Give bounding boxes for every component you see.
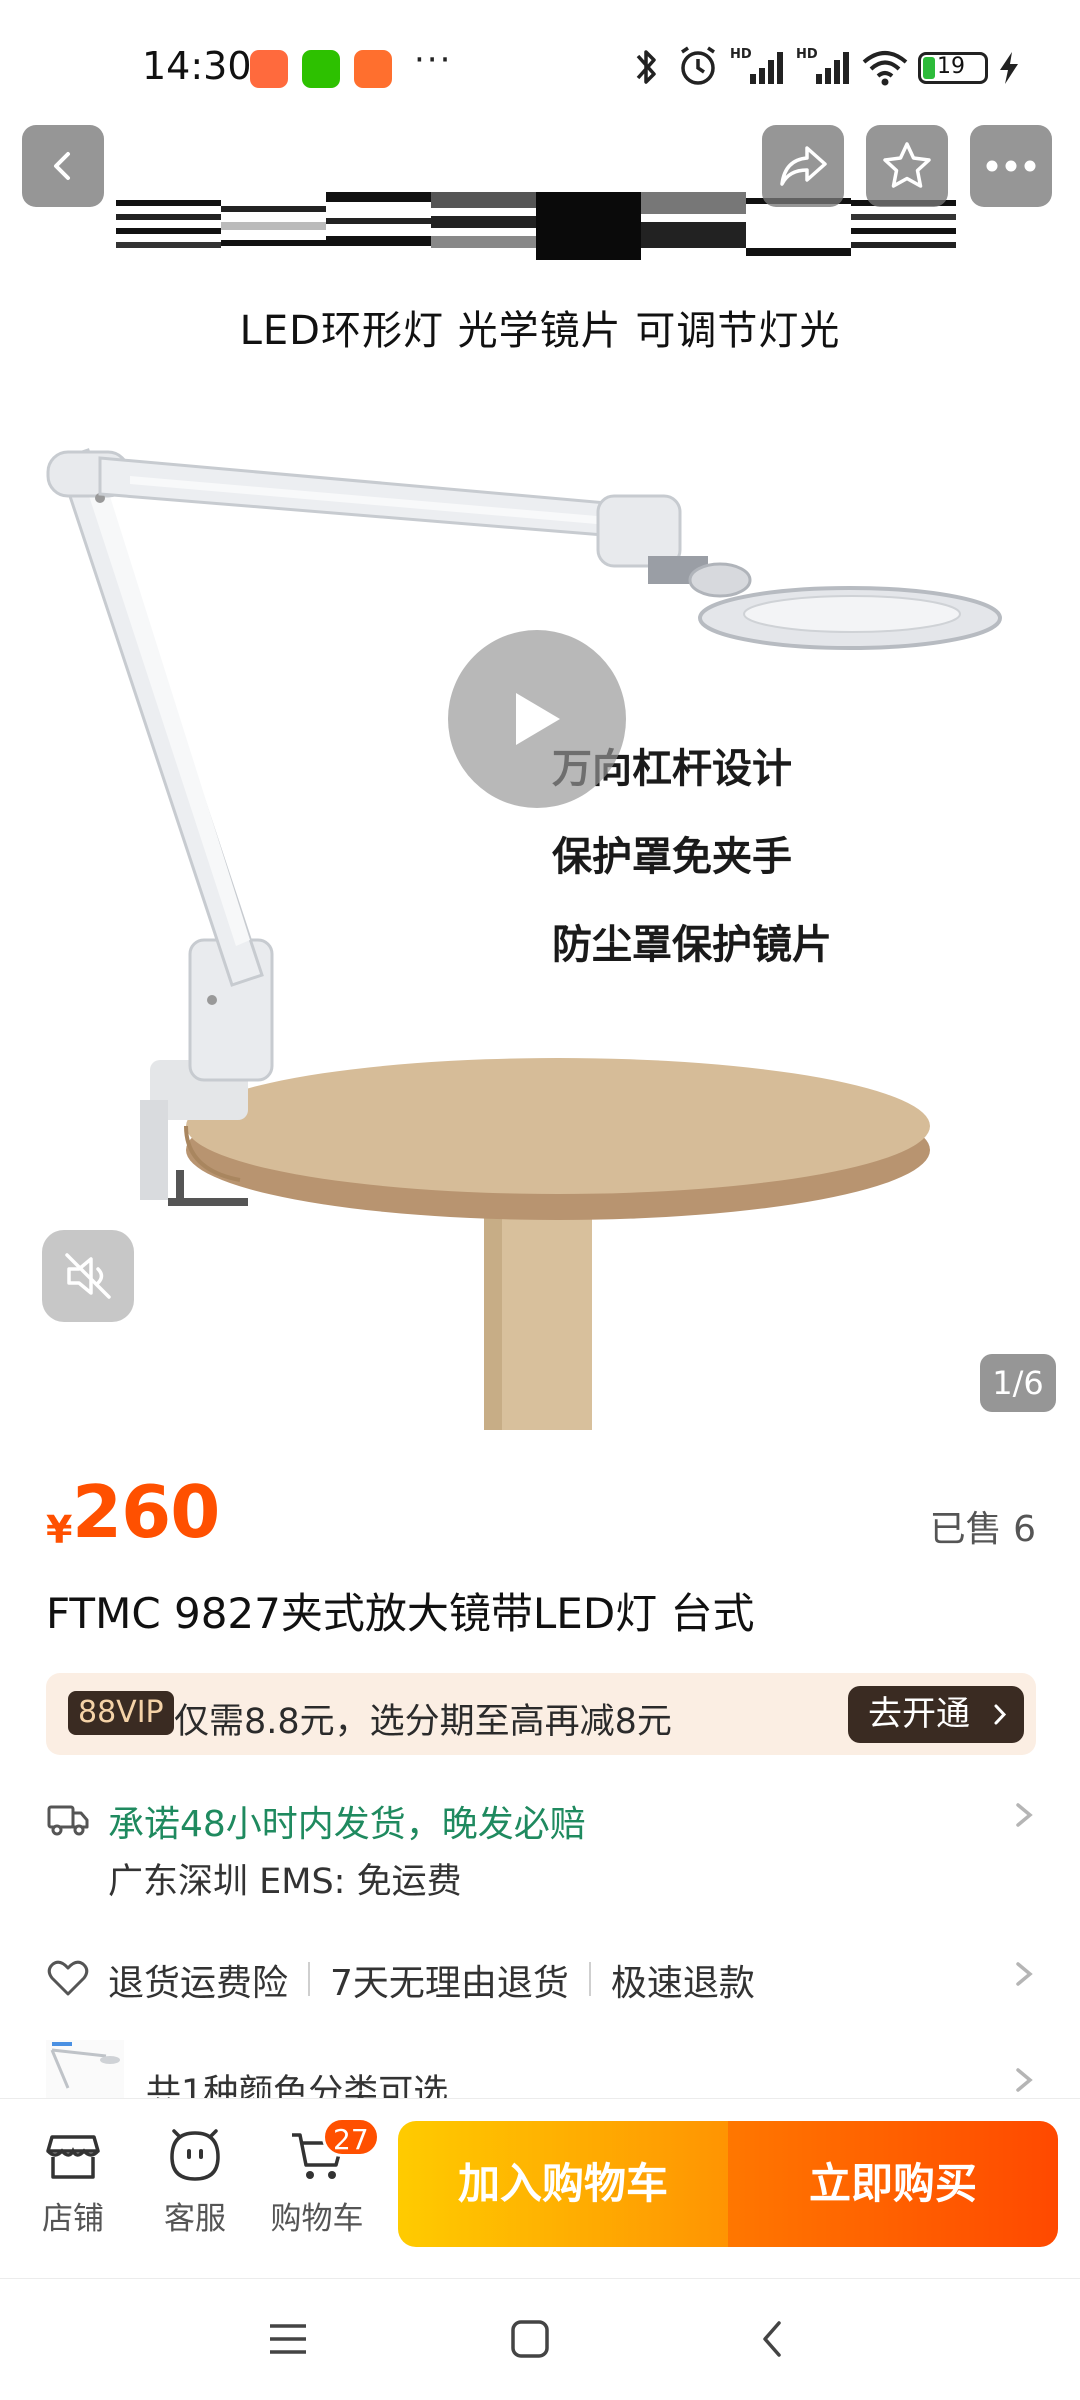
service-item: 退货运费险 <box>108 1963 289 2004</box>
currency-symbol: ¥ <box>46 1508 73 1552</box>
vip-badge: 88VIP <box>68 1691 174 1735</box>
shop-button[interactable]: 店铺 <box>18 2123 128 2238</box>
chevron-left-icon <box>763 2321 781 2357</box>
product-image <box>46 448 1002 1430</box>
notification-app-icon <box>250 50 288 88</box>
back-button[interactable] <box>22 125 104 207</box>
cart-label: 购物车 <box>270 2201 364 2237</box>
separator <box>308 1962 311 1996</box>
sold-count: 已售 6 <box>929 1509 1036 1550</box>
share-button[interactable] <box>762 125 844 207</box>
battery-percent: 19 <box>937 54 965 79</box>
network-type-label: HD <box>730 47 752 62</box>
star-icon <box>883 142 931 188</box>
shipping-promise: 承诺48小时内发货，晚发必赔 <box>108 1804 586 1845</box>
chevron-right-icon <box>1012 1950 1036 2008</box>
more-dots-icon <box>986 160 1036 172</box>
vip-activate-button[interactable]: 去开通 <box>848 1686 1024 1743</box>
bluetooth-icon <box>636 50 656 84</box>
wifi-icon <box>862 51 908 86</box>
redacted-title-banner <box>116 192 970 260</box>
product-media-gallery[interactable]: LED环形灯 光学镜片 可调节灯光 万向杠杆设计 保护罩免夹手 防尘罩保护镜片 … <box>0 0 1080 1430</box>
battery-level-fill <box>923 57 935 79</box>
feature-item: 保护罩免夹手 <box>552 834 792 880</box>
signal-strength-icon: HD <box>796 47 849 84</box>
customer-service-label: 客服 <box>164 2201 226 2237</box>
vip-promo-banner[interactable]: 88VIP 仅需8.8元，选分期至高再减8元 去开通 <box>46 1673 1036 1755</box>
product-price: 260 <box>72 1470 220 1554</box>
purchase-button-group: 加入购物车 立即购买 <box>398 2121 1058 2247</box>
battery-icon: 19 <box>918 52 988 84</box>
variant-thumbnail <box>46 2040 124 2098</box>
system-back-button[interactable] <box>742 2309 802 2369</box>
network-type-label: HD <box>796 47 818 62</box>
cart-count-badge: 27 <box>322 2117 380 2157</box>
share-icon <box>780 146 827 186</box>
taobao-icon <box>354 50 392 88</box>
chevron-right-icon <box>992 1686 1008 1761</box>
alarm-icon <box>681 46 715 85</box>
service-item: 7天无理由退货 <box>330 1963 569 2004</box>
image-page-counter: 1/6 <box>980 1354 1056 1412</box>
vip-activate-label: 去开通 <box>868 1694 970 1734</box>
product-tagline: LED环形灯 光学镜片 可调节灯光 <box>239 308 841 354</box>
more-notifications-icon: ··· <box>414 40 453 80</box>
add-to-cart-button[interactable]: 加入购物车 <box>398 2121 728 2247</box>
service-guarantee-row[interactable]: 退货运费险 7天无理由退货 极速退款 <box>46 1954 1036 2014</box>
cart-button[interactable]: 27 购物车 <box>262 2117 380 2238</box>
wechat-icon <box>302 50 340 88</box>
heart-shield-icon <box>47 1960 89 1996</box>
customer-service-button[interactable]: 客服 <box>140 2123 250 2238</box>
chevron-right-icon <box>1012 2056 1036 2098</box>
service-item: 极速退款 <box>610 1963 755 2004</box>
home-square-icon <box>511 2320 549 2358</box>
status-time: 14:30 <box>142 44 252 88</box>
customer-service-icon <box>170 2129 220 2181</box>
more-options-button[interactable] <box>970 125 1052 207</box>
chevron-right-icon <box>1012 1791 1036 1849</box>
vip-promo-text: 仅需8.8元，选分期至高再减8元 <box>174 1702 672 1742</box>
speaker-muted-icon <box>65 1253 111 1299</box>
shop-icon <box>46 2135 100 2179</box>
chevron-left-icon <box>54 152 70 180</box>
price-row: ¥ 260 已售 6 <box>46 1470 1036 1560</box>
favorite-button[interactable] <box>866 125 948 207</box>
product-title: FTMC 9827夹式放大镜带LED灯 台式 <box>46 1589 755 1638</box>
service-list: 退货运费险 7天无理由退货 极速退款 <box>108 1954 755 2006</box>
separator <box>588 1962 591 1996</box>
recent-apps-button[interactable] <box>258 2309 318 2369</box>
play-icon <box>516 693 560 745</box>
play-video-button[interactable] <box>448 630 626 808</box>
mute-toggle-button[interactable] <box>42 1230 134 1322</box>
bottom-action-bar: 店铺 客服 27 购物车 加入购物车 立即购买 <box>0 2098 1080 2278</box>
delivery-truck-icon <box>47 1805 89 1836</box>
home-button[interactable] <box>500 2309 560 2369</box>
feature-item: 防尘罩保护镜片 <box>552 922 832 968</box>
buy-now-button[interactable]: 立即购买 <box>728 2121 1058 2247</box>
variant-count-text: 共1种颜色分类可选 <box>146 2073 449 2098</box>
shipping-row[interactable]: 承诺48小时内发货，晚发必赔 广东深圳 EMS: 免运费 <box>46 1795 1036 1905</box>
signal-strength-icon: HD <box>730 47 783 84</box>
menu-lines-icon <box>270 2324 306 2354</box>
system-navigation-bar <box>0 2278 1080 2400</box>
charging-bolt-icon <box>1000 52 1018 84</box>
shipping-origin: 广东深圳 EMS: 免运费 <box>108 1862 462 1902</box>
status-bar: 14:30 ··· HD HD 19 <box>0 0 1080 130</box>
shop-label: 店铺 <box>42 2201 104 2237</box>
variant-selector-row[interactable]: 共1种颜色分类可选 <box>46 2040 1036 2098</box>
